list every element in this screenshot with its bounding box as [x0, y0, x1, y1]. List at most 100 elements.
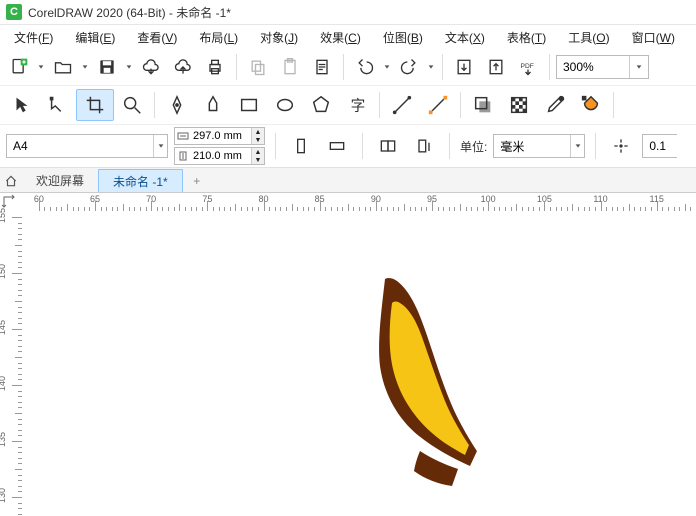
zoom-tool[interactable]: [114, 90, 150, 120]
paste-button[interactable]: [275, 52, 305, 82]
shape-tool[interactable]: [40, 90, 76, 120]
text-tool[interactable]: 字: [339, 90, 375, 120]
page-height-spinner[interactable]: ▲▼: [174, 147, 265, 165]
svg-text:PDF: PDF: [521, 63, 534, 70]
zoom-input[interactable]: [557, 57, 629, 77]
page-height-input[interactable]: [191, 149, 251, 163]
new-dropdown[interactable]: [36, 63, 46, 71]
toolbox-row: 字: [0, 85, 696, 124]
up-btn[interactable]: ▲: [251, 128, 264, 136]
all-pages-button[interactable]: [373, 131, 403, 161]
tab-welcome[interactable]: 欢迎屏幕: [22, 169, 98, 192]
units-dropdown[interactable]: [570, 135, 584, 157]
menu-window[interactable]: 窗口(W): [622, 26, 685, 49]
orientation-portrait[interactable]: [286, 131, 316, 161]
ruler-horizontal[interactable]: 6065707580859095100105110115: [22, 193, 696, 212]
up-btn[interactable]: ▲: [251, 148, 264, 156]
parallel-dimension-tool[interactable]: [384, 90, 420, 120]
pick-tool[interactable]: [4, 90, 40, 120]
separator: [549, 54, 550, 80]
redo-dropdown[interactable]: [426, 63, 436, 71]
separator: [275, 133, 276, 159]
open-dropdown[interactable]: [80, 63, 90, 71]
menu-edit[interactable]: 编辑(E): [65, 26, 125, 49]
cloud-open-button[interactable]: [136, 52, 166, 82]
page-width-spinner[interactable]: ▲▼: [174, 127, 265, 145]
separator: [460, 92, 461, 118]
drawing-artwork: [22, 211, 696, 516]
menu-tools[interactable]: 工具(O): [558, 26, 619, 49]
ruler-v-label: 135: [0, 432, 7, 447]
separator: [362, 133, 363, 159]
ruler-vertical[interactable]: 155150145140135130: [0, 211, 23, 516]
artistic-media-tool[interactable]: [195, 90, 231, 120]
page-size-combo[interactable]: [6, 134, 168, 158]
standard-toolbar: PDF: [0, 49, 696, 85]
new-button[interactable]: [4, 52, 34, 82]
publish-pdf-button[interactable]: PDF: [513, 52, 543, 82]
menu-object[interactable]: 对象(J): [250, 26, 308, 49]
units-input[interactable]: [494, 136, 570, 156]
drop-shadow-tool[interactable]: [465, 90, 501, 120]
redo-button[interactable]: [394, 52, 424, 82]
menu-file[interactable]: 文件(F): [4, 26, 63, 49]
cloud-save-button[interactable]: [168, 52, 198, 82]
save-button[interactable]: [92, 52, 122, 82]
nudge-input[interactable]: [643, 136, 683, 156]
units-combo[interactable]: [493, 134, 585, 158]
tab-document[interactable]: 未命名 -1*: [98, 169, 183, 192]
down-btn[interactable]: ▼: [251, 156, 264, 164]
separator: [442, 54, 443, 80]
down-btn[interactable]: ▼: [251, 136, 264, 144]
menu-text[interactable]: 文本(X): [435, 26, 495, 49]
page-size-dropdown[interactable]: [153, 135, 167, 157]
current-page-button[interactable]: [409, 131, 439, 161]
crop-tool[interactable]: [76, 89, 114, 121]
nudge-distance[interactable]: [642, 134, 677, 158]
import-button[interactable]: [449, 52, 479, 82]
open-button[interactable]: [48, 52, 78, 82]
undo-button[interactable]: [350, 52, 380, 82]
tab-add[interactable]: +: [183, 169, 211, 192]
zoom-level-combo[interactable]: [556, 55, 649, 79]
width-icon: [175, 131, 191, 141]
menu-effects[interactable]: 效果(C): [310, 26, 371, 49]
zoom-dropdown[interactable]: [629, 56, 648, 78]
interactive-fill-tool[interactable]: [573, 90, 609, 120]
undo-dropdown[interactable]: [382, 63, 392, 71]
menu-layout[interactable]: 布局(L): [189, 26, 248, 49]
orientation-landscape[interactable]: [322, 131, 352, 161]
transparency-tool[interactable]: [501, 90, 537, 120]
page-size-input[interactable]: [7, 136, 153, 156]
canvas[interactable]: [22, 211, 696, 516]
nudge-icon: [606, 131, 636, 161]
separator: [236, 54, 237, 80]
workspace: 6065707580859095100105110115 15515014514…: [0, 193, 696, 516]
polygon-tool[interactable]: [303, 90, 339, 120]
window-title: CorelDRAW 2020 (64-Bit) - 未命名 -1*: [28, 4, 231, 21]
export-button[interactable]: [481, 52, 511, 82]
print-button[interactable]: [200, 52, 230, 82]
title-bar: C CorelDRAW 2020 (64-Bit) - 未命名 -1*: [0, 0, 696, 25]
menu-table[interactable]: 表格(T): [497, 26, 556, 49]
save-dropdown[interactable]: [124, 63, 134, 71]
svg-text:字: 字: [351, 98, 366, 115]
copy-button[interactable]: [243, 52, 273, 82]
page-width-input[interactable]: [191, 129, 251, 143]
home-tab-icon[interactable]: [0, 170, 22, 192]
separator: [343, 54, 344, 80]
menu-bitmap[interactable]: 位图(B): [373, 26, 433, 49]
document-tabs: 欢迎屏幕 未命名 -1* +: [0, 167, 696, 193]
clipboard-button[interactable]: [307, 52, 337, 82]
eyedropper-tool[interactable]: [537, 90, 573, 120]
property-bar: ▲▼ ▲▼ 单位:: [0, 124, 696, 167]
ruler-v-label: 130: [0, 488, 7, 503]
menu-view[interactable]: 查看(V): [127, 26, 187, 49]
connector-tool[interactable]: [420, 90, 456, 120]
freehand-tool[interactable]: [159, 90, 195, 120]
units-label: 单位:: [460, 138, 487, 155]
rectangle-tool[interactable]: [231, 90, 267, 120]
ellipse-tool[interactable]: [267, 90, 303, 120]
separator: [595, 133, 596, 159]
height-icon: [175, 151, 191, 161]
